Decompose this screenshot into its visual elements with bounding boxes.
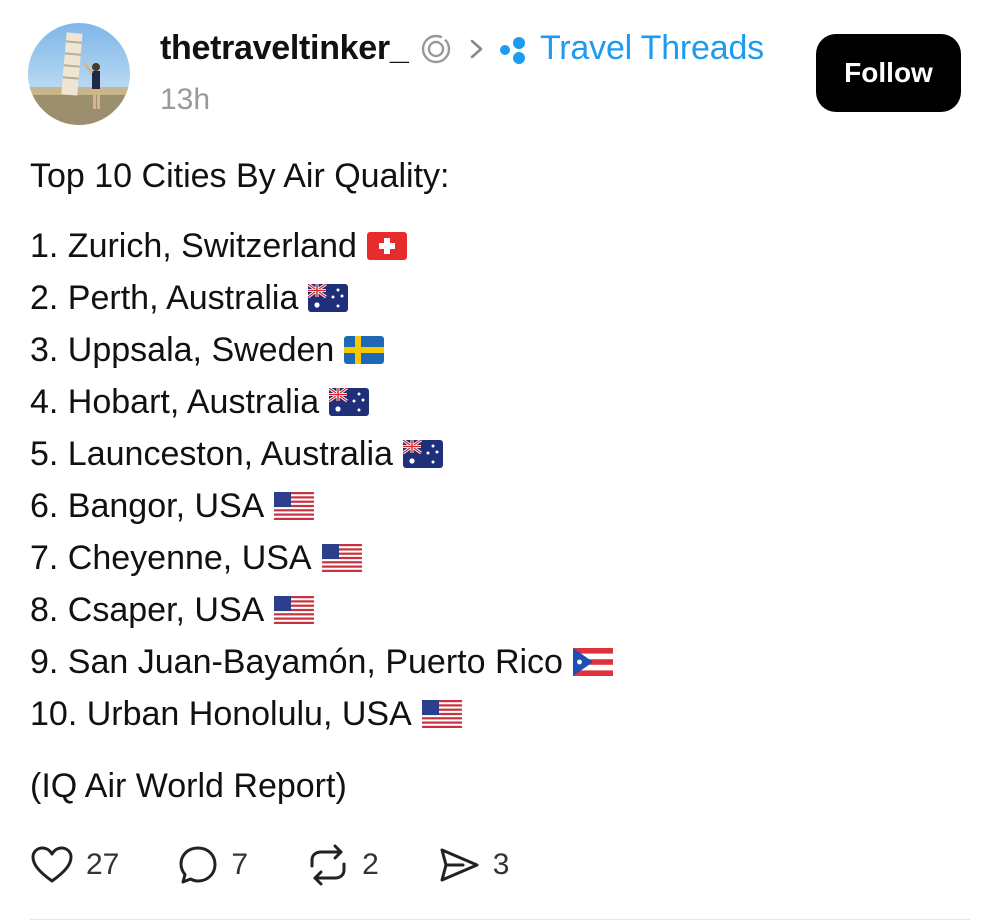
- puerto-rico-flag-icon: [572, 648, 613, 676]
- like-button[interactable]: 27: [30, 845, 119, 885]
- list-item-text: 8. Csaper, USA: [30, 591, 265, 629]
- post-source: (IQ Air World Report): [30, 767, 347, 805]
- share-button[interactable]: 3: [437, 845, 510, 885]
- chevron-right-icon: [470, 39, 483, 59]
- threads-community-icon[interactable]: [497, 33, 531, 67]
- list-item-text: 3. Uppsala, Sweden: [30, 331, 335, 369]
- reply-icon: [179, 846, 217, 884]
- list-item: 1. Zurich, Switzerland: [30, 220, 613, 272]
- action-bar: 27 7 2 3: [30, 840, 567, 890]
- list-item-text: 7. Cheyenne, USA: [30, 539, 312, 577]
- post-timestamp: 13h: [160, 83, 211, 116]
- list-item: 3. Uppsala, Sweden: [30, 324, 613, 376]
- reply-count: 7: [231, 848, 249, 881]
- list-item-text: 5. Launceston, Australia: [30, 435, 393, 473]
- australia-flag-icon: [308, 284, 349, 312]
- verified-badge-icon: [421, 34, 451, 64]
- list-item: 2. Perth, Australia: [30, 272, 613, 324]
- usa-flag-icon: [274, 492, 315, 520]
- reply-button[interactable]: 7: [177, 844, 248, 886]
- repost-button[interactable]: 2: [306, 844, 379, 886]
- share-icon: [440, 848, 479, 882]
- follow-button[interactable]: Follow: [816, 34, 961, 112]
- share-count: 3: [492, 848, 510, 881]
- list-item-text: 2. Perth, Australia: [30, 279, 299, 317]
- divider: [30, 919, 970, 920]
- avatar[interactable]: [28, 23, 130, 125]
- sweden-flag-icon: [344, 336, 385, 364]
- list-item-text: 1. Zurich, Switzerland: [30, 227, 357, 265]
- list-item-text: 4. Hobart, Australia: [30, 383, 320, 421]
- list-item: 5. Launceston, Australia: [30, 428, 613, 480]
- list-item: 4. Hobart, Australia: [30, 376, 613, 428]
- repost-count: 2: [362, 848, 379, 881]
- list-item: 9. San Juan-Bayamón, Puerto Rico: [30, 636, 613, 688]
- australia-flag-icon: [402, 440, 443, 468]
- list-item-text: 6. Bangor, USA: [30, 487, 265, 525]
- usa-flag-icon: [421, 700, 462, 728]
- like-count: 27: [86, 848, 120, 881]
- switzerland-flag-icon: [366, 232, 407, 260]
- community-link[interactable]: Travel Threads: [540, 26, 764, 70]
- australia-flag-icon: [329, 388, 370, 416]
- list-item-text: 9. San Juan-Bayamón, Puerto Rico: [30, 643, 563, 681]
- list-item: 6. Bangor, USA: [30, 480, 613, 532]
- list-item: 7. Cheyenne, USA: [30, 532, 613, 584]
- city-list: 1. Zurich, Switzerland 2. Perth, Austral…: [30, 220, 613, 740]
- heart-icon: [31, 846, 73, 883]
- list-item: 8. Csaper, USA: [30, 584, 613, 636]
- usa-flag-icon: [321, 544, 362, 572]
- list-item-text: 10. Urban Honolulu, USA: [30, 695, 412, 733]
- repost-icon: [310, 844, 346, 886]
- list-item: 10. Urban Honolulu, USA: [30, 688, 613, 740]
- post-heading: Top 10 Cities By Air Quality:: [30, 157, 450, 195]
- username[interactable]: thetraveltinker_: [160, 26, 409, 70]
- usa-flag-icon: [274, 596, 315, 624]
